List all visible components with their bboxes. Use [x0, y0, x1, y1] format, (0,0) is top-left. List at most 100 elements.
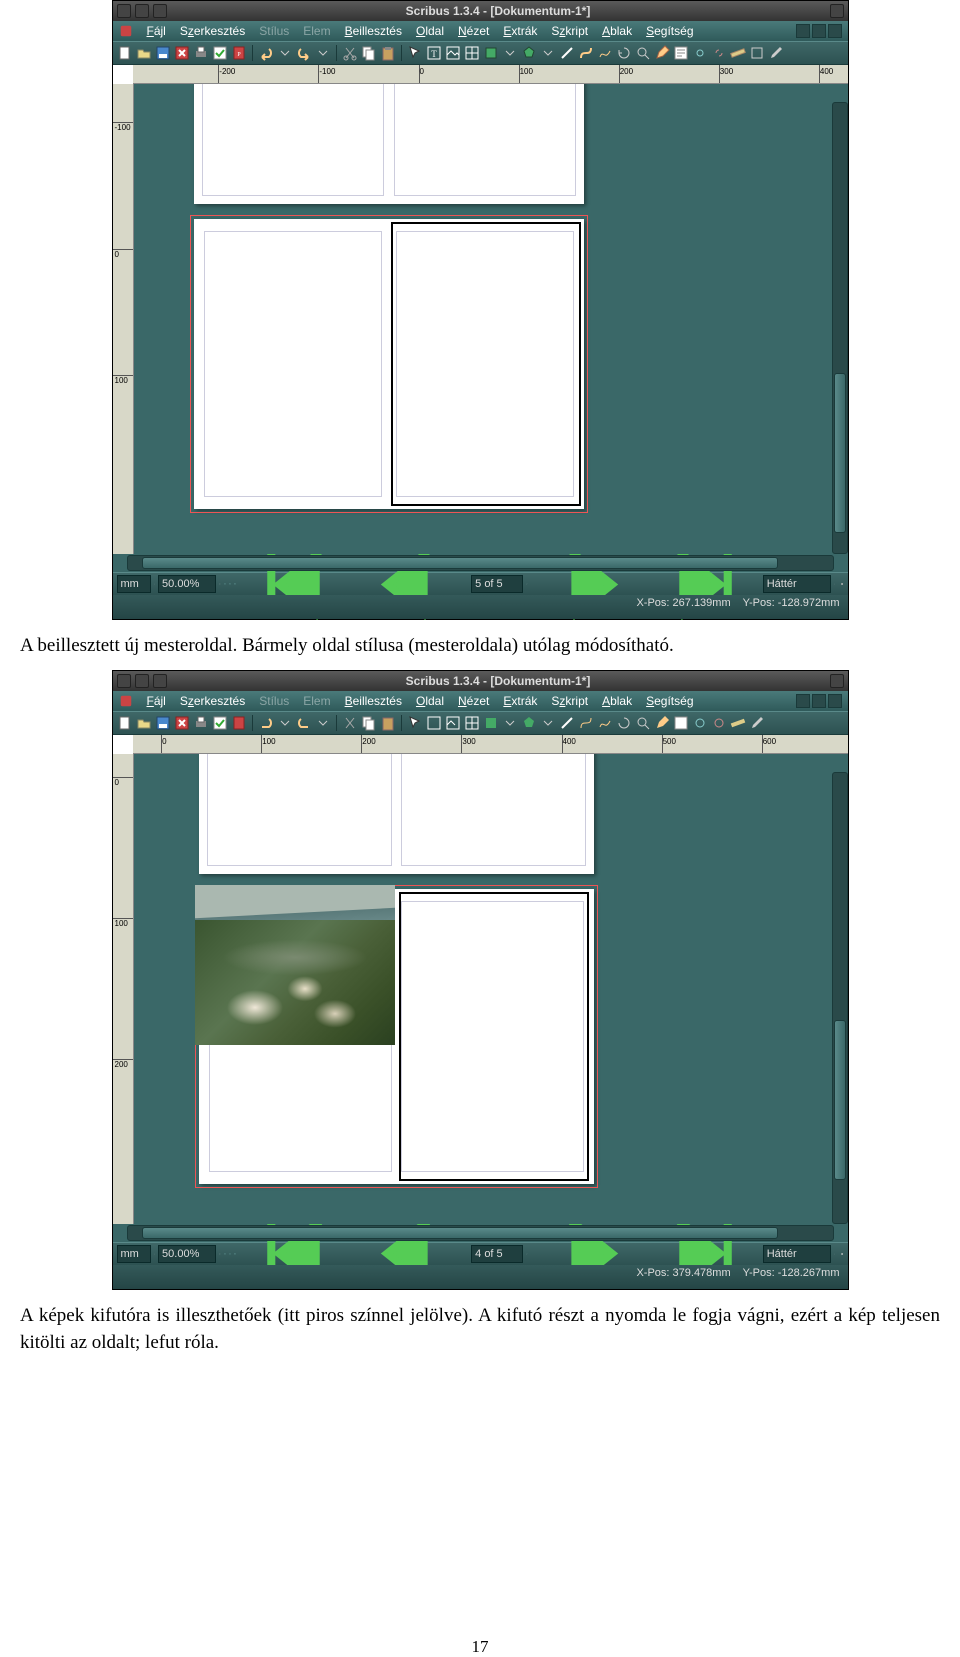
table-icon[interactable] [464, 715, 480, 731]
polygon-icon[interactable] [521, 715, 537, 731]
layer-field[interactable] [763, 1245, 831, 1263]
new-icon[interactable] [117, 715, 133, 731]
edit-text-icon[interactable] [654, 45, 670, 61]
bezier-icon[interactable] [578, 45, 594, 61]
menu-window[interactable]: Ablak [602, 694, 632, 708]
menu-extras[interactable]: Extrák [503, 694, 537, 708]
copy-props-icon[interactable] [749, 45, 765, 61]
paste-icon[interactable] [380, 45, 396, 61]
story-editor-icon[interactable] [673, 715, 689, 731]
unit-field[interactable] [117, 575, 151, 593]
menu-page[interactable]: Oldal [416, 24, 444, 38]
window-button[interactable] [135, 4, 149, 18]
zoom-out-icon[interactable] [224, 1247, 226, 1261]
open-icon[interactable] [136, 715, 152, 731]
zoom-in-icon[interactable] [234, 1247, 236, 1261]
layer-field[interactable] [763, 575, 831, 593]
window-button[interactable] [135, 674, 149, 688]
menu-extras[interactable]: Extrák [503, 24, 537, 38]
link-icon[interactable] [692, 715, 708, 731]
spinner-icon[interactable] [219, 1247, 221, 1261]
cut-icon[interactable] [342, 45, 358, 61]
polygon-icon[interactable] [521, 45, 537, 61]
rotate-icon[interactable] [616, 715, 632, 731]
zoom-out-icon[interactable] [224, 577, 226, 591]
chevron-down-icon[interactable] [526, 579, 528, 589]
chevron-down-icon[interactable] [315, 45, 331, 61]
check-icon[interactable] [212, 45, 228, 61]
menu-style[interactable]: Stílus [259, 24, 289, 38]
chevron-down-icon[interactable] [277, 45, 293, 61]
mdi-min-icon[interactable] [796, 24, 810, 38]
save-icon[interactable] [155, 45, 171, 61]
menu-file[interactable]: Fájl [147, 24, 166, 38]
shape-icon[interactable] [483, 45, 499, 61]
menu-view[interactable]: Nézet [458, 694, 489, 708]
eyedrop-icon[interactable] [749, 715, 765, 731]
menu-help[interactable]: Segítség [646, 694, 693, 708]
cut-icon[interactable] [342, 715, 358, 731]
freehand-icon[interactable] [597, 715, 613, 731]
print-icon[interactable] [193, 45, 209, 61]
page-field[interactable] [471, 575, 523, 593]
close-icon[interactable] [174, 45, 190, 61]
print-icon[interactable] [193, 715, 209, 731]
chevron-down-icon[interactable] [834, 1249, 836, 1259]
image-frame-icon[interactable] [445, 45, 461, 61]
settings-icon[interactable] [841, 577, 843, 591]
table-icon[interactable] [464, 45, 480, 61]
menu-window[interactable]: Ablak [602, 24, 632, 38]
window-button[interactable] [830, 4, 844, 18]
page-field[interactable] [471, 1245, 523, 1263]
new-icon[interactable] [117, 45, 133, 61]
link-icon[interactable] [692, 45, 708, 61]
select-icon[interactable] [407, 715, 423, 731]
horizontal-scrollbar[interactable] [127, 1225, 834, 1241]
close-icon[interactable] [174, 715, 190, 731]
story-editor-icon[interactable] [673, 45, 689, 61]
zoom-icon[interactable] [635, 45, 651, 61]
select-icon[interactable] [407, 45, 423, 61]
canvas-area[interactable] [134, 84, 848, 554]
menu-item[interactable]: Elem [303, 694, 330, 708]
menu-edit[interactable]: Szerkesztés [180, 694, 245, 708]
unlink-icon[interactable] [711, 715, 727, 731]
edit-text-icon[interactable] [654, 715, 670, 731]
chevron-down-icon[interactable] [315, 715, 331, 731]
menu-edit[interactable]: Szerkesztés [180, 24, 245, 38]
save-icon[interactable] [155, 715, 171, 731]
selected-frame[interactable] [399, 892, 589, 1181]
mdi-max-icon[interactable] [812, 24, 826, 38]
window-button[interactable] [830, 674, 844, 688]
selected-frame[interactable] [391, 222, 581, 506]
zoom-100-icon[interactable]: 1 [229, 577, 231, 591]
undo-icon[interactable] [258, 45, 274, 61]
settings-icon[interactable] [841, 1247, 843, 1261]
pdf-icon[interactable] [231, 715, 247, 731]
measure-icon[interactable] [730, 715, 746, 731]
eyedrop-icon[interactable] [768, 45, 784, 61]
measure-icon[interactable] [730, 45, 746, 61]
chevron-down-icon[interactable] [154, 579, 156, 589]
menu-script[interactable]: Szkript [551, 24, 588, 38]
menu-file[interactable]: Fájl [147, 694, 166, 708]
chevron-down-icon[interactable] [154, 1249, 156, 1259]
chevron-down-icon[interactable] [502, 715, 518, 731]
zoom-field[interactable] [158, 575, 216, 593]
shape-icon[interactable] [483, 715, 499, 731]
pdf-icon[interactable]: P [231, 45, 247, 61]
copy-icon[interactable] [361, 45, 377, 61]
chevron-down-icon[interactable] [277, 715, 293, 731]
window-button[interactable] [117, 674, 131, 688]
open-icon[interactable] [136, 45, 152, 61]
image-frame-icon[interactable] [445, 715, 461, 731]
vertical-scrollbar[interactable] [832, 772, 848, 1224]
zoom-icon[interactable] [635, 715, 651, 731]
zoom-100-icon[interactable] [229, 1247, 231, 1261]
paste-icon[interactable] [380, 715, 396, 731]
window-button[interactable] [153, 4, 167, 18]
menu-view[interactable]: Nézet [458, 24, 489, 38]
mdi-close-icon[interactable] [828, 694, 842, 708]
chevron-down-icon[interactable] [834, 579, 836, 589]
horizontal-scrollbar[interactable] [127, 555, 834, 571]
